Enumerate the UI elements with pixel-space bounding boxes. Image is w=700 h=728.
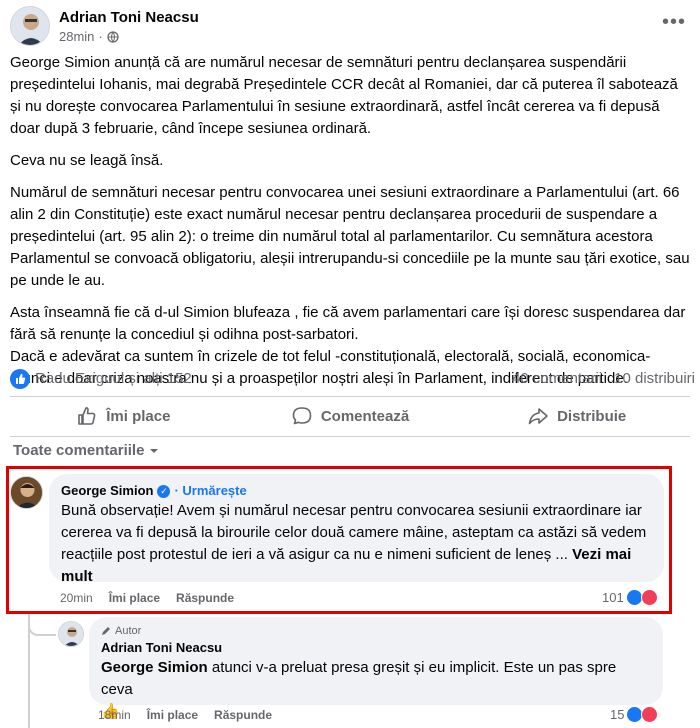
share-icon	[528, 408, 548, 425]
author-badge: Autor	[101, 623, 651, 639]
like-reaction-icon[interactable]	[10, 369, 30, 389]
post-meta: 28min ·	[59, 29, 119, 44]
share-button[interactable]: Distribuie	[463, 397, 690, 435]
reply-time[interactable]: 18min	[98, 708, 131, 722]
comment-label: Comentează	[320, 407, 410, 425]
comment-reactions[interactable]: 101	[602, 589, 658, 606]
post-time[interactable]: 28min	[59, 29, 94, 44]
follow-button[interactable]: · Urmărește	[174, 482, 246, 500]
comment-author-name[interactable]: George Simion	[61, 482, 153, 500]
more-options-icon[interactable]: •••	[662, 12, 686, 32]
reply-reaction-count: 15	[610, 707, 625, 722]
reply-actions: 18min Îmi place Răspunde	[98, 708, 272, 722]
post-header: Adrian Toni Neacsu 28min · •••	[10, 4, 690, 48]
reply-reactions[interactable]: 15	[610, 706, 659, 723]
reply-reply-button[interactable]: Răspunde	[214, 708, 272, 722]
reaction-names[interactable]: Radu Exiguul și alți 152	[35, 370, 192, 387]
post-author-avatar[interactable]	[10, 6, 50, 46]
comments-count[interactable]: 40 comentarii	[512, 370, 602, 387]
comment-actions: 20min Îmi place Răspunde	[60, 591, 234, 605]
reply-author-avatar[interactable]	[58, 621, 84, 647]
comment-reaction-count: 101	[602, 590, 624, 605]
comment-time[interactable]: 20min	[60, 591, 93, 605]
shares-count[interactable]: 10 distribuiri	[614, 370, 695, 387]
post-action-bar: Îmi place Comentează Distribuie	[10, 397, 690, 435]
like-label: Îmi place	[106, 407, 171, 425]
caret-down-icon	[150, 448, 159, 453]
thumbs-up-icon	[78, 407, 96, 425]
comments-filter-dropdown[interactable]: Toate comentariile	[13, 442, 160, 459]
comment-reply-button[interactable]: Răspunde	[176, 591, 234, 605]
post-paragraph: Ceva nu se leagă însă.	[10, 152, 164, 169]
reply-like-button[interactable]: Îmi place	[147, 708, 198, 722]
comment-icon	[292, 407, 312, 425]
verified-badge-icon: ✓	[157, 484, 171, 498]
globe-icon	[107, 30, 119, 43]
love-reaction-icon	[641, 706, 659, 723]
reactions-summary: Radu Exiguul și alți 152 40 comentarii 1…	[10, 368, 695, 390]
reply-bubble: Autor Adrian Toni Neacsu George Simion a…	[89, 617, 663, 720]
comment-author-avatar[interactable]	[10, 476, 43, 509]
post-author-name[interactable]: Adrian Toni Neacsu	[59, 9, 199, 26]
divider	[10, 436, 690, 437]
comment-bubble: George Simion ✓ · Urmărește Bună observa…	[49, 474, 664, 585]
post-text: George Simion anunță că are numărul nece…	[10, 52, 690, 400]
post-paragraph: George Simion anunță că are numărul nece…	[10, 54, 678, 137]
comment-text: Bună observație! Avem și numărul necesar…	[61, 502, 647, 585]
comment-button[interactable]: Comentează	[237, 397, 464, 435]
mention-link[interactable]: George Simion	[101, 659, 208, 676]
reply-author-name[interactable]: Adrian Toni Neacsu	[101, 639, 222, 657]
like-button[interactable]: Îmi place	[10, 397, 237, 435]
post-paragraph: Numărul de semnături necesar pentru conv…	[10, 184, 690, 289]
love-reaction-icon	[640, 589, 658, 606]
share-label: Distribuie	[557, 407, 627, 425]
comments-filter-label: Toate comentariile	[13, 442, 145, 459]
thread-connector	[28, 622, 56, 636]
comment-like-button[interactable]: Îmi place	[109, 591, 160, 605]
pen-icon	[102, 627, 110, 635]
